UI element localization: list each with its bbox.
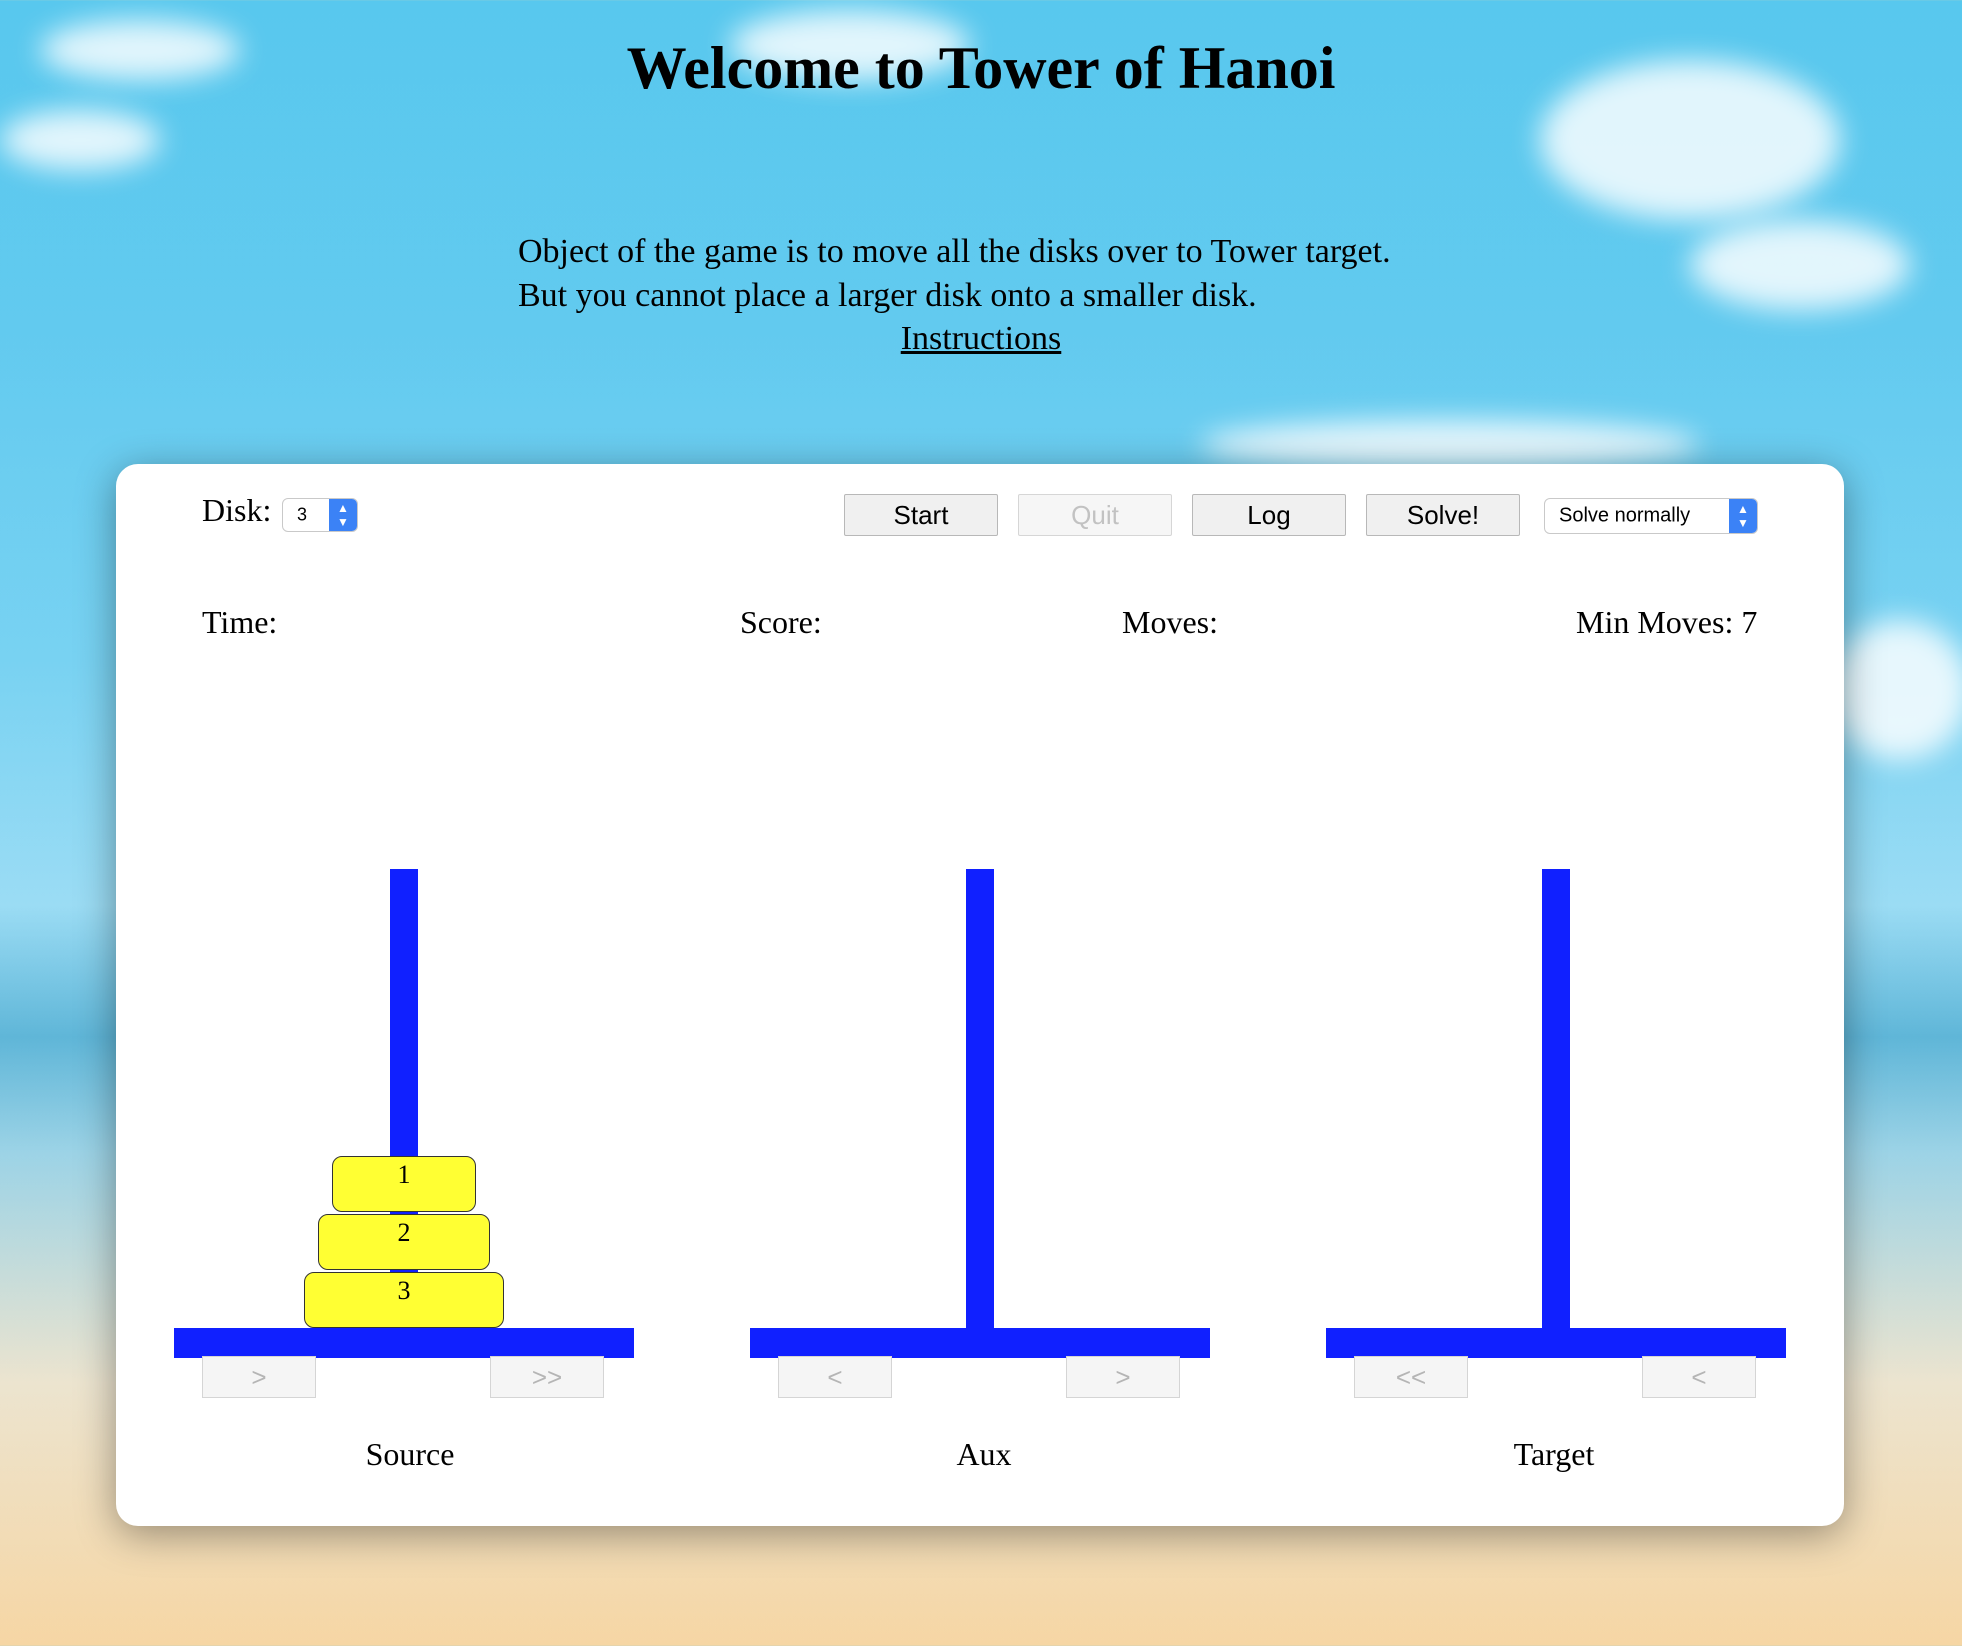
- source-move-right-button[interactable]: >: [202, 1356, 316, 1398]
- cloud: [1830, 620, 1962, 760]
- aux-move-left-button[interactable]: <: [778, 1356, 892, 1398]
- select-arrows-icon: ▲ ▼: [329, 499, 357, 531]
- log-button[interactable]: Log: [1192, 494, 1346, 536]
- aux-move-right-button[interactable]: >: [1066, 1356, 1180, 1398]
- score-label: Score:: [740, 604, 822, 640]
- target-move-far-left-button[interactable]: <<: [1354, 1356, 1468, 1398]
- source-label: Source: [365, 1436, 455, 1472]
- source-move-far-right-button[interactable]: >>: [490, 1356, 604, 1398]
- description-line-2: But you cannot place a larger disk onto …: [518, 277, 1257, 314]
- source-base[interactable]: [174, 1328, 634, 1358]
- disk-count-select[interactable]: 3 ▲ ▼: [282, 498, 358, 532]
- cloud: [0, 110, 160, 170]
- disk-3[interactable]: 3: [304, 1272, 504, 1328]
- disk-count-label: Disk:: [202, 492, 272, 528]
- min-moves-label: Min Moves: 7: [1576, 604, 1758, 640]
- aux-label: Aux: [956, 1436, 1012, 1472]
- quit-button[interactable]: Quit: [1018, 494, 1172, 536]
- game-description: Object of the game is to move all the di…: [518, 230, 1391, 318]
- cloud: [1200, 420, 1700, 470]
- solve-mode-value: Solve normally: [1559, 504, 1691, 527]
- description-line-1: Object of the game is to move all the di…: [518, 233, 1391, 270]
- disk-1[interactable]: 1: [332, 1156, 476, 1212]
- time-label: Time:: [202, 604, 278, 640]
- target-pole[interactable]: [1542, 869, 1570, 1332]
- start-button[interactable]: Start: [844, 494, 998, 536]
- cloud: [1690, 220, 1910, 310]
- target-move-left-button[interactable]: <: [1642, 1356, 1756, 1398]
- game-panel: Disk: 3 ▲ ▼ Start Quit Log Solve! Solve n…: [116, 464, 1844, 1526]
- solve-button[interactable]: Solve!: [1366, 494, 1520, 536]
- disk-2[interactable]: 2: [318, 1214, 490, 1270]
- target-base[interactable]: [1326, 1328, 1786, 1358]
- moves-label: Moves:: [1122, 604, 1218, 640]
- target-label: Target: [1513, 1436, 1595, 1472]
- aux-pole[interactable]: [966, 869, 994, 1332]
- instructions-link[interactable]: Instructions: [0, 320, 1962, 358]
- page-title: Welcome to Tower of Hanoi: [626, 35, 1336, 101]
- aux-base[interactable]: [750, 1328, 1210, 1358]
- select-arrows-icon: ▲ ▼: [1729, 499, 1757, 533]
- disk-count-value: 3: [297, 504, 308, 525]
- solve-mode-select[interactable]: Solve normally ▲ ▼: [1544, 498, 1758, 534]
